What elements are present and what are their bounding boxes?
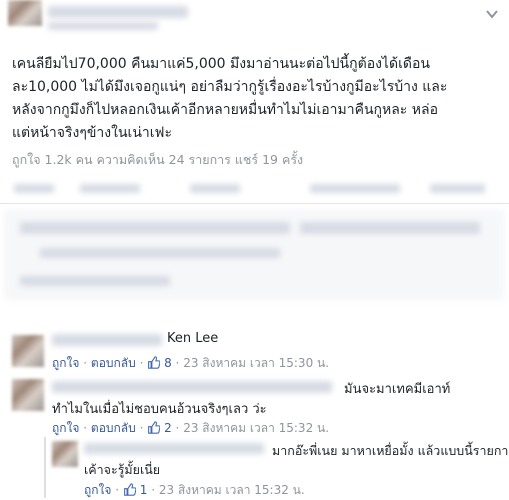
extra-action-blurred[interactable]: [310, 184, 400, 193]
comment-text: มากอ๊ะพี่เนย มาหาเหยื่อมั้ง แล้วแบบนี้รา…: [272, 443, 509, 458]
commenter-name-blurred[interactable]: [84, 443, 264, 454]
separator: ·: [83, 356, 88, 370]
reply-link[interactable]: ตอบกลับ: [91, 356, 136, 370]
separator: ·: [151, 483, 156, 497]
comment-meta: ถูกใจ · 1 · 23 สิงหาคม เวลา 15:32 น.: [84, 481, 305, 500]
thumbs-up-icon: [147, 356, 161, 369]
comment-text: มันจะมาเทคมีเอาท์: [344, 382, 451, 397]
like-link[interactable]: ถูกใจ: [52, 356, 79, 370]
like-link[interactable]: ถูกใจ: [84, 483, 111, 497]
like-count[interactable]: 8: [164, 356, 172, 370]
separator: ·: [175, 356, 180, 370]
commenter-avatar[interactable]: [12, 335, 44, 367]
thumbs-up-icon: [123, 483, 136, 496]
commenter-name[interactable]: Ken Lee: [167, 331, 218, 346]
blurred-line: [40, 248, 280, 258]
post-text-line: ละ10,000 ไม่ได้มึงเจอกูแน่ๆ อย่าลืมว่ากู…: [12, 79, 448, 95]
extra-action-blurred[interactable]: [430, 184, 485, 193]
commenter-name-blurred[interactable]: [52, 381, 332, 393]
separator: ·: [175, 421, 180, 435]
poster-name-blurred[interactable]: [48, 6, 188, 18]
comment-timestamp[interactable]: 23 สิงหาคม เวลา 15:32 น.: [183, 421, 329, 435]
like-count[interactable]: 2: [164, 421, 172, 435]
poster-subline-blurred: [48, 22, 158, 30]
commenter-avatar[interactable]: [12, 379, 44, 411]
commenter-name-blurred[interactable]: [52, 334, 162, 346]
comment-timestamp[interactable]: 23 สิงหาคม เวลา 15:32 น.: [159, 483, 305, 497]
separator: ·: [139, 421, 144, 435]
post-text-line: เคนลียืมไป70,000 คืนมาแค่5,000 มึงมาอ่าน…: [12, 56, 430, 72]
separator: ·: [83, 421, 88, 435]
separator: ·: [139, 356, 144, 370]
comment-action-blurred[interactable]: [80, 184, 140, 193]
like-link[interactable]: ถูกใจ: [52, 421, 79, 435]
chevron-down-icon[interactable]: [486, 4, 498, 19]
reply-link[interactable]: ตอบกลับ: [91, 421, 136, 435]
commenter-avatar[interactable]: [52, 441, 78, 467]
like-count[interactable]: 1: [140, 483, 148, 497]
blurred-line: [20, 222, 290, 234]
post-stats[interactable]: ถูกใจ 1.2k คน ความคิดเห็น 24 รายการ แชร์…: [12, 150, 303, 170]
comment-text: เค้าจะรู้มั้ยเนี่ย: [84, 462, 161, 477]
action-bar: [10, 178, 502, 198]
blurred-line: [20, 276, 170, 286]
like-action-blurred[interactable]: [14, 184, 54, 193]
comment-meta: ถูกใจ · ตอบกลับ · 2 · 23 สิงหาคม เวลา 15…: [52, 419, 329, 438]
separator: ·: [115, 483, 120, 497]
post-text-line: หลังจากกูมึงก็ไปหลอกเงินเค้าอีกหลายหมื่น…: [12, 102, 438, 118]
share-action-blurred[interactable]: [190, 184, 240, 193]
divider: [0, 203, 509, 204]
blurred-line: [300, 222, 480, 234]
poster-avatar[interactable]: [8, 0, 42, 26]
comment-timestamp[interactable]: 23 สิงหาคม เวลา 15:30 น.: [183, 356, 329, 370]
comment-text: ทำไมในเมื่อไม่ชอบคนอ้วนจริงๆเลว ว่ะ: [52, 402, 267, 417]
post-text-line: แต่หน้าจริงๆข้างในเน่าเฟะ: [12, 125, 172, 141]
thumbs-up-icon: [147, 421, 161, 434]
post-text: เคนลียืมไป70,000 คืนมาแค่5,000 มึงมาอ่าน…: [12, 53, 502, 145]
comment-meta: ถูกใจ · ตอบกลับ · 8 · 23 สิงหาคม เวลา 15…: [52, 354, 329, 373]
